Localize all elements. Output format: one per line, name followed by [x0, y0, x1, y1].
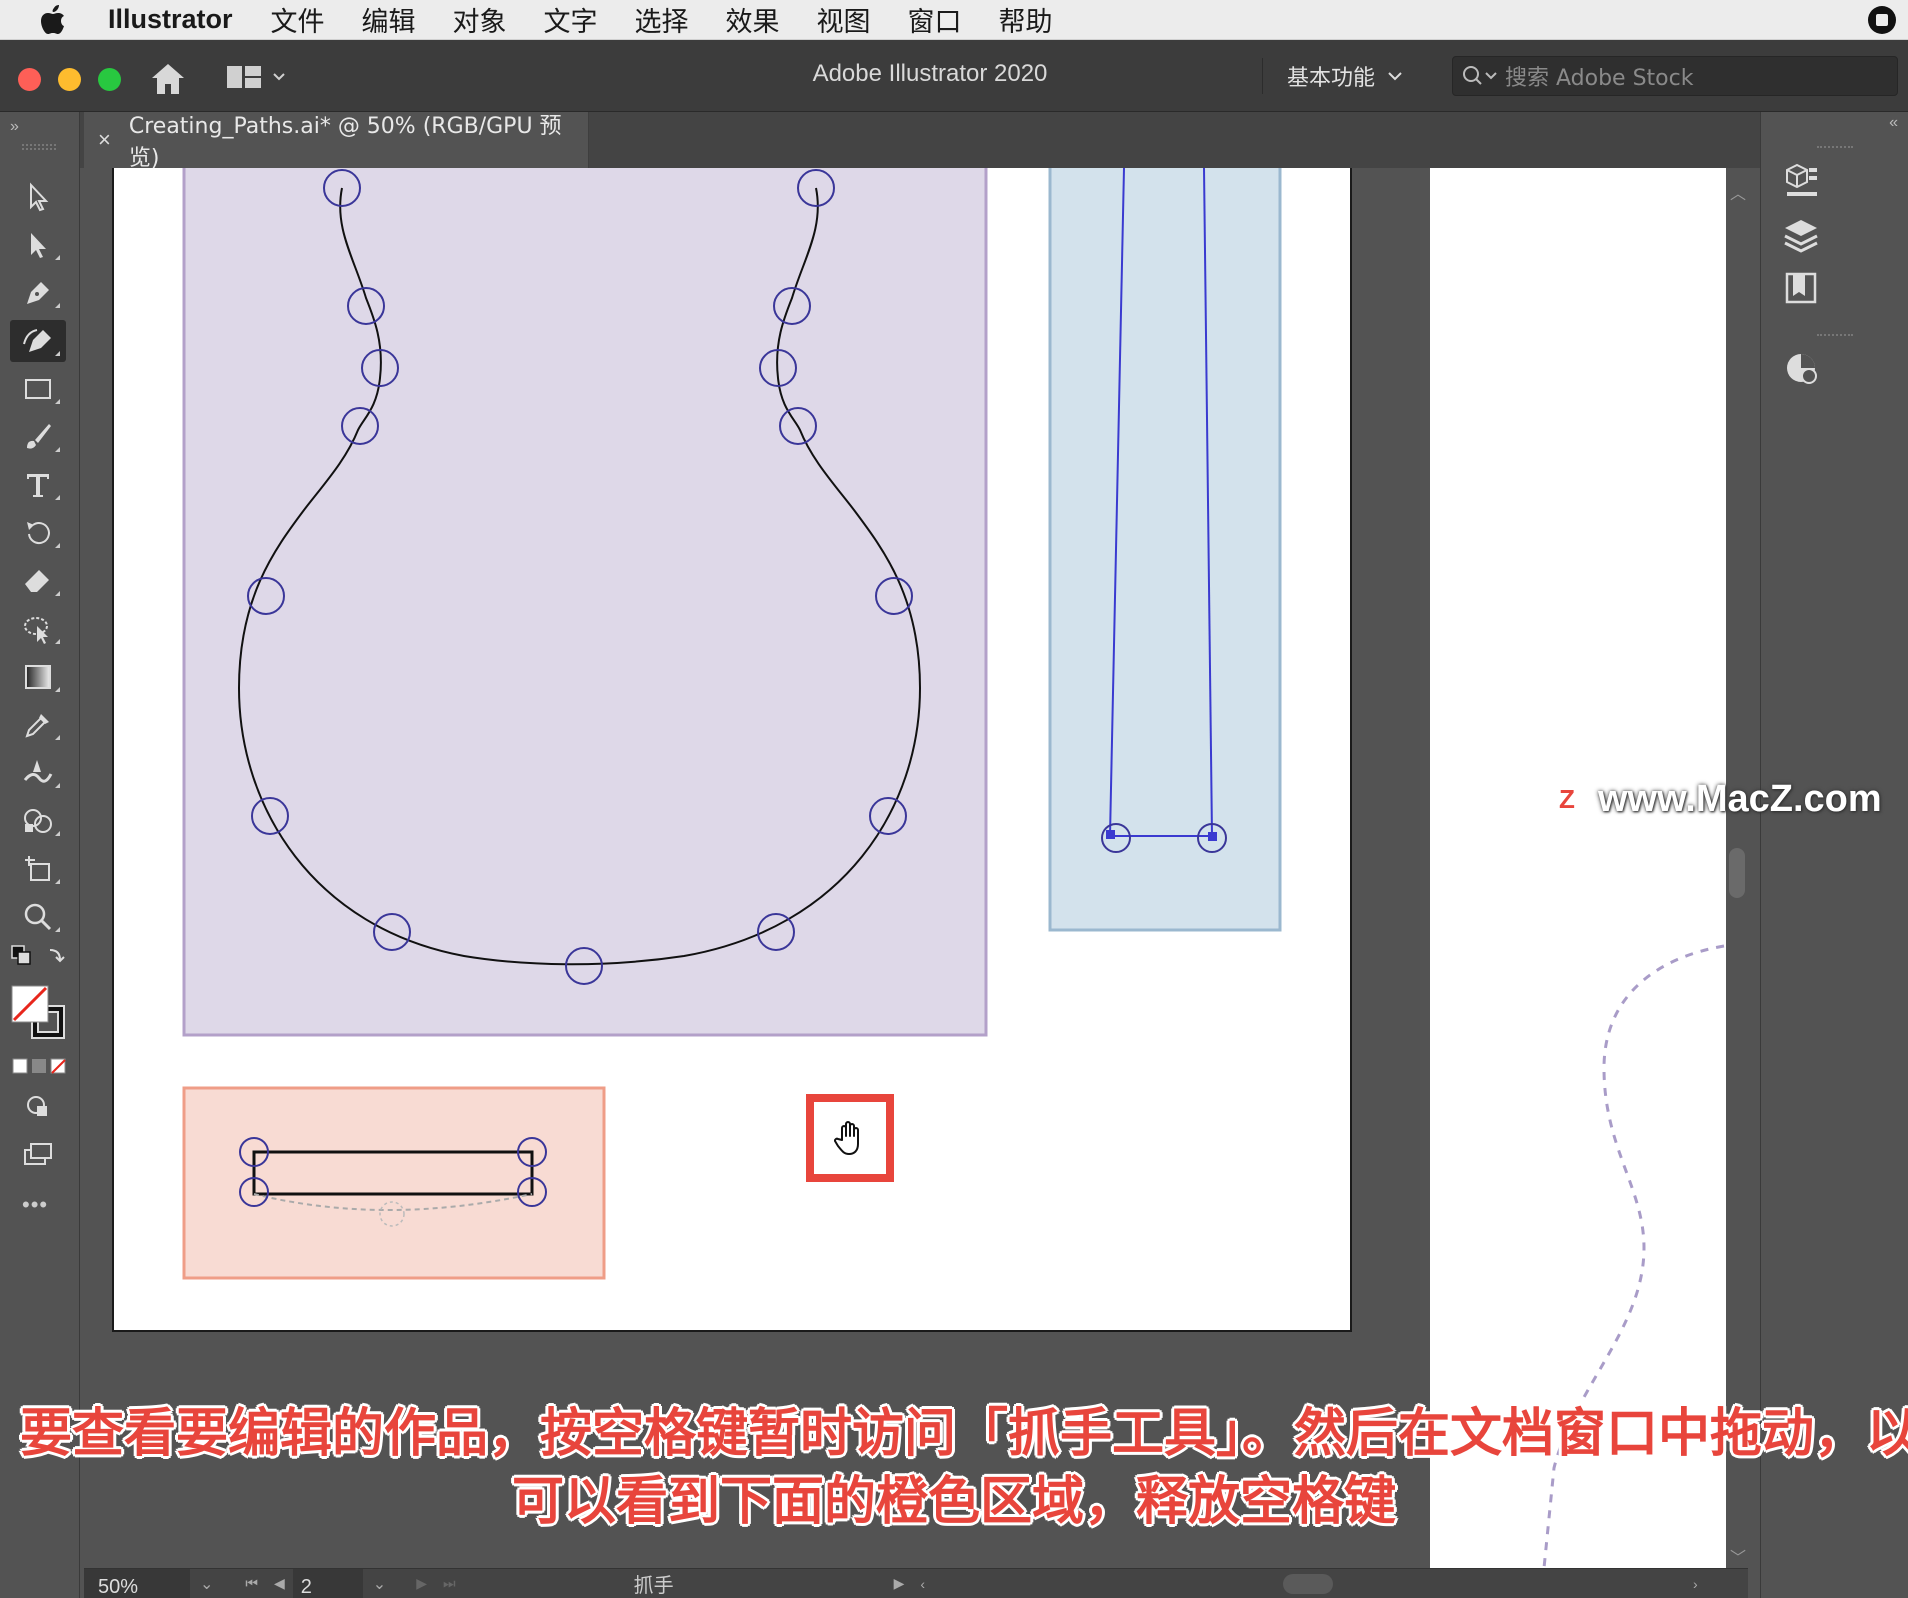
fill-stroke-swatch[interactable]	[10, 984, 70, 1044]
curvature-tool-icon[interactable]	[10, 320, 66, 362]
arrange-documents-icon	[227, 66, 261, 88]
watermark-text: www.MacZ.com	[1598, 778, 1882, 820]
artwork-layer	[182, 168, 1725, 1568]
panel-grip[interactable]	[1817, 146, 1853, 152]
type-tool-icon[interactable]	[10, 464, 66, 506]
menu-effect[interactable]: 效果	[726, 0, 780, 39]
window-maximize-button[interactable]	[98, 68, 121, 91]
swap-fill-stroke-controls	[10, 944, 66, 974]
last-artboard-icon[interactable]: ⏭	[443, 1575, 456, 1592]
edit-toolbar-button[interactable]: •••	[22, 1192, 48, 1218]
zoom-level-field[interactable]: 50%	[84, 1568, 190, 1598]
menu-select[interactable]: 选择	[635, 0, 689, 39]
watermark: Z www.MacZ.com	[1548, 778, 1882, 821]
app-title-bar: Adobe Illustrator 2020 基本功能 搜索 Adobe Sto…	[0, 40, 1908, 112]
menu-file[interactable]: 文件	[271, 0, 325, 39]
libraries-panel-icon[interactable]	[1781, 268, 1821, 308]
layers-panel-icon[interactable]	[1781, 216, 1821, 256]
orange-panel	[182, 1086, 606, 1280]
hand-tool-callout	[806, 1094, 894, 1182]
tutorial-caption: 要查看要编辑的作品，按空格键暂时访问「抓手工具」。然后在文档窗口中拖动，以便 可…	[20, 1400, 1908, 1536]
menu-view[interactable]: 视图	[817, 0, 871, 39]
panel-grip[interactable]	[22, 144, 56, 150]
current-tool-status: 抓手	[633, 1573, 674, 1597]
anchor-point[interactable]	[1106, 830, 1115, 839]
artboard-tool-icon[interactable]	[10, 848, 66, 890]
color-mode-buttons[interactable]	[12, 1056, 68, 1076]
chevron-down-icon[interactable]: ⌄	[200, 1574, 213, 1594]
status-menu-icon[interactable]: ▶	[894, 1575, 905, 1592]
apple-menu-icon[interactable]	[38, 4, 68, 35]
guitar-body-panel	[182, 168, 988, 1037]
previous-artboard-icon[interactable]: ◀	[274, 1575, 285, 1592]
chevron-down-icon	[1388, 72, 1402, 81]
app-menu-illustrator[interactable]: Illustrator	[108, 4, 233, 35]
status-bar: 50% ⌄ ⏮ ◀ 2 ⌄ ▶ ⏭ 抓手 ▶ ‹ ›	[84, 1568, 1748, 1598]
right-panel-dock: «	[1760, 112, 1908, 1598]
draw-mode-icon[interactable]	[10, 1086, 66, 1128]
close-tab-icon[interactable]: ×	[98, 127, 111, 153]
window-close-button[interactable]	[18, 68, 41, 91]
direct-selection-tool-icon[interactable]	[10, 224, 66, 266]
zoom-tool-icon[interactable]	[10, 896, 66, 938]
width-tool-icon[interactable]	[10, 752, 66, 794]
gradient-tool-icon[interactable]	[10, 656, 66, 698]
guitar-neck-panel	[1048, 168, 1282, 932]
shape-builder-tool-icon[interactable]	[10, 800, 66, 842]
document-tab-name: Creating_Paths.ai* @ 50% (RGB/GPU 预览)	[128, 114, 562, 171]
artboard-number-field[interactable]: 2	[292, 1568, 363, 1598]
menu-object[interactable]: 对象	[453, 0, 507, 39]
first-artboard-icon[interactable]: ⏮	[245, 1575, 258, 1592]
mac-menu-bar: Illustrator 文件 编辑 对象 文字 选择 效果 视图 窗口 帮助	[0, 0, 1908, 40]
chevron-down-icon	[273, 73, 285, 81]
workspace-label: 基本功能	[1287, 66, 1376, 91]
panel-grip[interactable]	[1817, 334, 1853, 340]
menu-help[interactable]: 帮助	[999, 0, 1053, 39]
tools-panel: » •••	[0, 112, 80, 1598]
app-title: Adobe Illustrator 2020	[812, 60, 1048, 87]
scroll-up-icon[interactable]: ︿	[1730, 180, 1746, 204]
home-icon[interactable]	[148, 60, 188, 98]
menu-type[interactable]: 文字	[544, 0, 598, 39]
scroll-down-icon[interactable]: ﹀	[1730, 1544, 1746, 1568]
eraser-tool-icon[interactable]	[10, 560, 66, 602]
chevron-down-icon[interactable]: ⌄	[373, 1574, 386, 1594]
collapse-panel-icon[interactable]: «	[1889, 114, 1898, 132]
hand-icon	[834, 1121, 859, 1155]
scroll-left-icon[interactable]: ‹	[920, 1576, 925, 1592]
canvas[interactable]	[84, 168, 1748, 1568]
search-icon	[1463, 66, 1497, 85]
color-guide-panel-icon[interactable]	[1781, 348, 1821, 388]
rotate-tool-icon[interactable]	[10, 512, 66, 554]
paintbrush-tool-icon[interactable]	[10, 416, 66, 458]
next-artboard-icon[interactable]: ▶	[416, 1575, 427, 1592]
collapse-panel-icon[interactable]: »	[10, 118, 19, 136]
screen-record-icon[interactable]	[1868, 6, 1896, 34]
menu-window[interactable]: 窗口	[908, 0, 962, 39]
adobe-stock-search[interactable]: 搜索 Adobe Stock	[1452, 56, 1898, 96]
horizontal-scroll-thumb[interactable]	[1283, 1573, 1334, 1594]
window-minimize-button[interactable]	[58, 68, 81, 91]
pen-tool-icon[interactable]	[10, 272, 66, 314]
scroll-right-icon[interactable]: ›	[1693, 1576, 1698, 1592]
screen-mode-icon[interactable]	[10, 1134, 66, 1176]
scroll-thumb[interactable]	[1729, 848, 1745, 898]
arrange-documents-button[interactable]	[226, 62, 298, 92]
anchor-point[interactable]	[1208, 832, 1217, 841]
caption-line-2: 可以看到下面的橙色区域，释放空格键	[511, 1472, 1396, 1532]
selection-tool-icon[interactable]	[10, 176, 66, 218]
swap-colors-icon[interactable]	[49, 949, 65, 963]
document-tab[interactable]: × Creating_Paths.ai* @ 50% (RGB/GPU 预览)	[84, 112, 589, 171]
caption-line-1: 要查看要编辑的作品，按空格键暂时访问「抓手工具」。然后在文档窗口中拖动，以便	[20, 1404, 1908, 1464]
vertical-scrollbar[interactable]: ︿ ﹀	[1726, 168, 1748, 1568]
workspace-switcher[interactable]: 基本功能	[1262, 58, 1403, 94]
macz-logo: Z	[1548, 780, 1586, 819]
eyedropper-tool-icon[interactable]	[10, 704, 66, 746]
properties-panel-icon[interactable]	[1781, 160, 1821, 200]
search-placeholder: 搜索 Adobe Stock	[1505, 66, 1694, 91]
free-transform-tool-icon[interactable]	[10, 608, 66, 650]
rectangle-tool-icon[interactable]	[10, 368, 66, 410]
menu-edit[interactable]: 编辑	[362, 0, 416, 39]
